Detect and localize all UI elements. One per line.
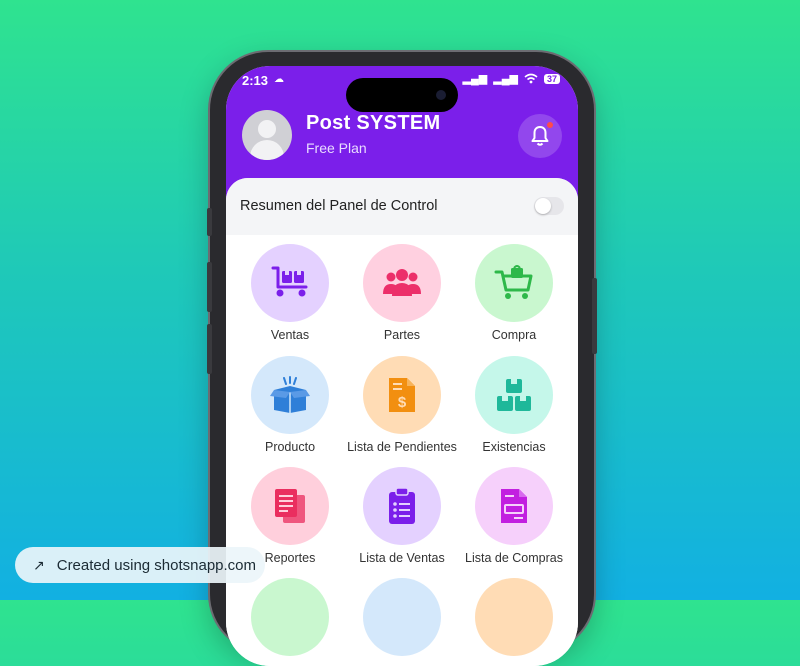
watermark-badge[interactable]: ↗ Created using shotsnapp.com <box>15 547 265 583</box>
lista-compras-icon-circle <box>475 467 553 545</box>
power-button <box>592 278 597 354</box>
summary-label: Resumen del Panel de Control <box>240 198 438 214</box>
avatar-body-icon <box>250 140 284 160</box>
reportes-icon-circle <box>251 467 329 545</box>
phone-frame: 2:13 ☁ ▂▄▆ ▂▄▆ 37 Post SYSTEM Free Plan <box>207 52 597 666</box>
cloud-icon: ☁ <box>274 74 284 85</box>
partes-icon-circle <box>363 244 441 322</box>
status-icons: ▂▄▆ ▂▄▆ 37 <box>463 72 560 85</box>
invoice-dollar-icon: $ <box>389 378 415 412</box>
menu-item-lista-pendientes[interactable]: $ Lista de Pendientes <box>346 356 458 456</box>
menu-item-label: Lista de Compras <box>465 551 563 565</box>
wifi-icon <box>524 73 538 84</box>
lista-ventas-icon-circle <box>363 467 441 545</box>
menu-item-row4-2[interactable] <box>346 578 458 666</box>
battery-icon: 37 <box>543 73 560 84</box>
notifications-button[interactable] <box>518 114 562 158</box>
watermark-text: Created using shotsnapp.com <box>56 556 257 574</box>
file-invoice-icon <box>501 489 527 523</box>
row4-icon-circle <box>251 578 329 656</box>
notification-dot <box>547 122 553 128</box>
bell-icon <box>531 126 549 146</box>
menu-item-lista-ventas[interactable]: Lista de Ventas <box>346 467 458 567</box>
producto-icon-circle <box>251 356 329 434</box>
menu-item-label: Existencias <box>482 440 546 454</box>
shopping-cart-icon <box>494 265 533 299</box>
signal-icon-2: ▂▄▆ <box>493 73 518 85</box>
main-panel: Resumen del Panel de Control Ventas Part… <box>226 178 578 666</box>
pendientes-icon-circle: $ <box>363 356 441 434</box>
summary-toggle[interactable] <box>534 197 564 215</box>
menu-item-label: Lista de Pendientes <box>347 440 457 454</box>
page-background: { "status_bar": {"time": "2:13", "batter… <box>0 0 800 666</box>
menu-item-row4-3[interactable] <box>458 578 570 666</box>
avatar-head-icon <box>258 120 276 138</box>
menu-item-ventas[interactable]: Ventas <box>234 244 346 344</box>
summary-bar: Resumen del Panel de Control <box>226 178 578 235</box>
row4-icon-circle <box>363 578 441 656</box>
toggle-knob <box>535 198 551 214</box>
open-box-icon <box>270 376 310 413</box>
users-group-icon <box>383 269 421 296</box>
documents-icon <box>275 489 305 523</box>
menu-item-partes[interactable]: Partes <box>346 244 458 344</box>
dynamic-island <box>346 78 458 112</box>
menu-item-lista-compras[interactable]: Lista de Compras <box>458 467 570 567</box>
app-title: Post SYSTEM <box>306 112 441 134</box>
svg-text:$: $ <box>398 394 407 411</box>
menu-item-existencias[interactable]: Existencias <box>458 356 570 456</box>
stacked-boxes-icon <box>497 379 531 411</box>
clipboard-list-icon <box>389 487 415 524</box>
volume-up-button <box>207 262 212 312</box>
menu-item-label: Compra <box>491 328 537 342</box>
menu-item-label: Partes <box>383 328 421 342</box>
row4-icon-circle <box>475 578 553 656</box>
menu-item-producto[interactable]: Producto <box>234 356 346 456</box>
existencias-icon-circle <box>475 356 553 434</box>
avatar[interactable] <box>242 110 292 160</box>
external-link-arrow-icon: ↗ <box>33 556 45 573</box>
dolly-boxes-icon <box>271 266 308 297</box>
menu-item-label: Lista de Ventas <box>359 551 445 565</box>
status-time: 2:13 <box>242 73 269 88</box>
volume-down-button <box>207 324 212 374</box>
plan-label: Free Plan <box>306 140 367 156</box>
menu-item-label: Producto <box>264 440 316 454</box>
phone-screen: 2:13 ☁ ▂▄▆ ▂▄▆ 37 Post SYSTEM Free Plan <box>226 66 578 666</box>
camera-icon <box>436 90 446 100</box>
menu-item-row4-1[interactable] <box>234 578 346 666</box>
action-button <box>207 208 212 236</box>
signal-icon: ▂▄▆ <box>462 73 488 85</box>
menu-item-compra[interactable]: Compra <box>458 244 570 344</box>
ventas-icon-circle <box>251 244 329 322</box>
compra-icon-circle <box>475 244 553 322</box>
menu-item-label: Ventas <box>270 328 310 342</box>
